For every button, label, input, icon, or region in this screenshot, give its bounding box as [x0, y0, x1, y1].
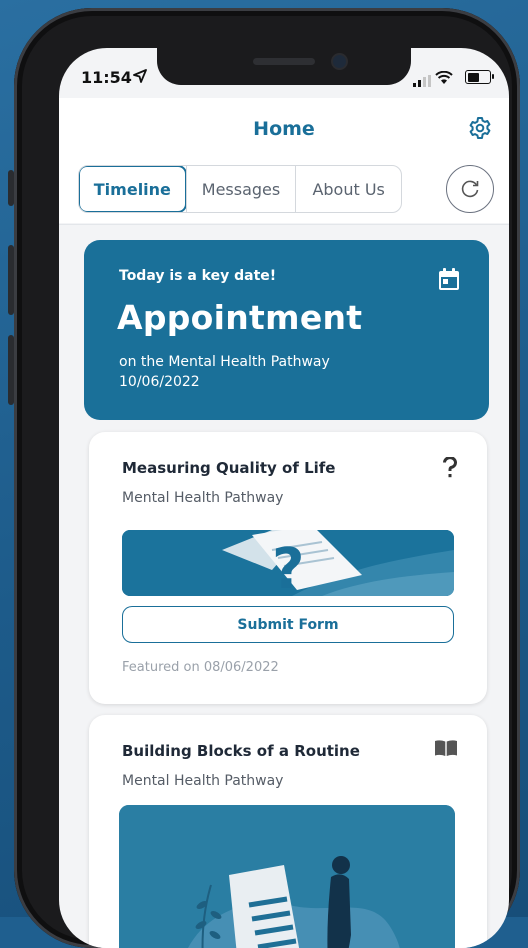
refresh-button[interactable] [446, 165, 494, 213]
article-card[interactable]: Building Blocks of a Routine Mental Heal… [89, 715, 487, 948]
key-date-date: 10/06/2022 [119, 374, 200, 390]
battery-icon [465, 70, 494, 84]
device-notch [157, 48, 411, 85]
refresh-icon [461, 180, 479, 198]
book-icon [435, 740, 457, 760]
card-title: Measuring Quality of Life [122, 459, 336, 477]
cellular-signal-icon [413, 72, 431, 91]
card-subtitle: Mental Health Pathway [122, 773, 284, 789]
app-screen: 11:54 Home Timeline Messages About Us To… [59, 48, 509, 948]
wifi-icon [435, 70, 453, 89]
header-divider [59, 224, 509, 225]
phone-frame: 11:54 Home Timeline Messages About Us To… [14, 8, 520, 948]
gear-icon[interactable] [468, 116, 492, 140]
svg-text:?: ? [272, 537, 304, 596]
page-title: Home [253, 118, 315, 140]
submit-form-button[interactable]: Submit Form [122, 606, 454, 643]
form-card[interactable]: Measuring Quality of Life Mental Health … [89, 432, 487, 704]
card-title: Building Blocks of a Routine [122, 742, 360, 760]
key-date-card[interactable]: Today is a key date! Appointment on the … [84, 240, 489, 420]
location-arrow-icon [133, 68, 147, 87]
status-time: 11:54 [81, 68, 132, 87]
form-illustration: ? [122, 530, 454, 596]
article-illustration [119, 805, 455, 948]
card-subtitle: Mental Health Pathway [122, 490, 284, 506]
calendar-icon [439, 268, 459, 294]
featured-date: Featured on 08/06/2022 [122, 660, 279, 675]
tab-about-us[interactable]: About Us [295, 166, 401, 212]
tab-timeline[interactable]: Timeline [79, 166, 187, 212]
question-icon [443, 456, 457, 483]
key-date-title: Appointment [117, 298, 363, 337]
key-date-subtitle: on the Mental Health Pathway [119, 354, 330, 370]
tab-bar: Timeline Messages About Us [78, 165, 402, 213]
tab-messages[interactable]: Messages [185, 166, 296, 212]
key-date-label: Today is a key date! [119, 268, 277, 284]
